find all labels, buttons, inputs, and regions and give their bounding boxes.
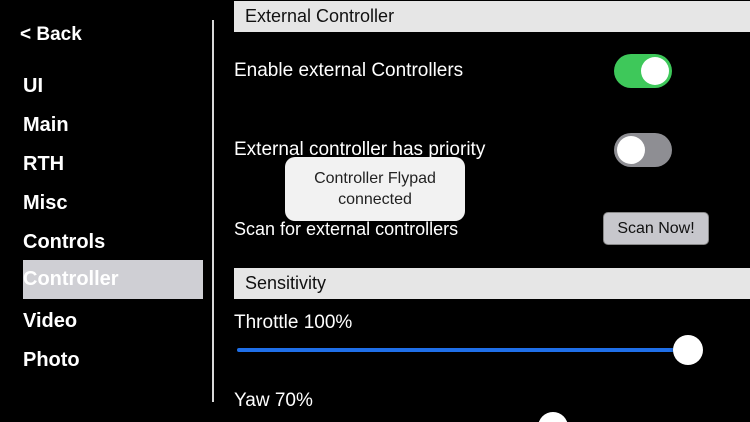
back-button[interactable]: < Back <box>20 24 82 46</box>
throttle-slider-track[interactable] <box>237 348 688 352</box>
controller-priority-toggle[interactable] <box>614 133 672 167</box>
sidebar-item-controls[interactable]: Controls <box>23 223 203 262</box>
throttle-slider-knob[interactable] <box>673 335 703 365</box>
connection-toast: Controller Flypad connected <box>285 157 465 221</box>
yaw-slider-knob[interactable] <box>537 412 568 422</box>
enable-external-controllers-label: Enable external Controllers <box>234 60 464 81</box>
sidebar-item-rth[interactable]: RTH <box>23 145 203 184</box>
yaw-label: Yaw 70% <box>234 390 313 411</box>
sidebar: < Back UI Main RTH Misc Controls Control… <box>0 0 213 422</box>
toggle-knob <box>641 57 669 85</box>
toggle-knob <box>617 136 645 164</box>
sidebar-item-photo[interactable]: Photo <box>23 341 203 380</box>
sidebar-item-video[interactable]: Video <box>23 302 203 341</box>
sidebar-divider <box>212 20 214 402</box>
sidebar-item-controller[interactable]: Controller <box>23 260 203 299</box>
scan-controllers-label: Scan for external controllers <box>234 219 459 239</box>
enable-external-controllers-toggle[interactable] <box>614 54 672 88</box>
toast-line-2: connected <box>338 191 412 208</box>
throttle-label: Throttle 100% <box>234 312 353 333</box>
sidebar-item-ui[interactable]: UI <box>23 67 203 106</box>
scan-now-button[interactable]: Scan Now! <box>603 212 709 245</box>
toast-line-1: Controller Flypad <box>314 170 436 187</box>
section-header-sensitivity: Sensitivity <box>234 268 750 299</box>
sidebar-item-misc[interactable]: Misc <box>23 184 203 223</box>
section-header-external-controller: External Controller <box>234 1 750 32</box>
sidebar-item-main[interactable]: Main <box>23 106 203 145</box>
